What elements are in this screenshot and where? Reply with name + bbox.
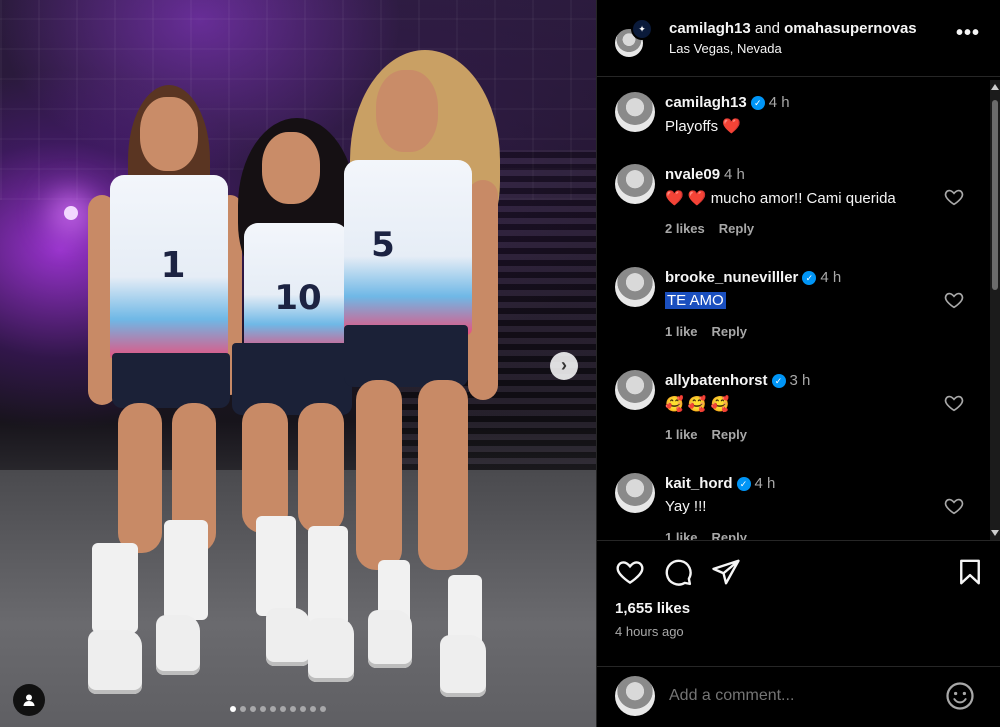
- comment-username[interactable]: brooke_nunevilller: [665, 269, 798, 286]
- carousel-dot: [280, 706, 286, 712]
- comment-username[interactable]: camilagh13: [665, 94, 747, 111]
- verified-badge-icon: ✓: [736, 477, 751, 491]
- carousel-dot: [270, 706, 276, 712]
- carousel-dot: [230, 706, 236, 712]
- commenter-avatar[interactable]: [615, 164, 655, 204]
- viewer-avatar: [615, 676, 655, 716]
- comment-time[interactable]: 4 h: [724, 166, 745, 183]
- post-actions: 1,655 likes 4 hours ago: [597, 540, 1000, 658]
- selected-text: TE AMO: [665, 292, 726, 309]
- like-heart-icon[interactable]: [615, 557, 645, 587]
- like-comment-heart-icon[interactable]: [943, 186, 965, 208]
- comment-text: 🥰 🥰 🥰: [665, 396, 730, 413]
- scroll-up-arrow-icon[interactable]: [991, 84, 999, 90]
- post-side-panel: ✦ camilagh13 and omahasupernovas Las Veg…: [596, 0, 1000, 727]
- tagged-users-icon[interactable]: [13, 684, 45, 716]
- reply-button[interactable]: Reply: [719, 221, 754, 236]
- commenter-avatar[interactable]: [615, 370, 655, 410]
- reply-button[interactable]: Reply: [712, 530, 747, 540]
- comment-username[interactable]: kait_hord: [665, 475, 733, 492]
- carousel-dot: [290, 706, 296, 712]
- verified-badge-icon: ✓: [771, 374, 786, 388]
- add-comment-bar: [597, 666, 1000, 727]
- comments-list: camilagh13 ✓ 4 h Playoffs ❤️ nvale09 4 h ❤️…: [597, 78, 987, 540]
- post-photo[interactable]: 1 10 5 ›: [0, 0, 596, 727]
- comment-time[interactable]: 4 h: [769, 94, 790, 111]
- scrollbar-thumb[interactable]: [992, 100, 998, 290]
- comment-text: ❤️ ❤️ mucho amor!! Cami querida: [665, 190, 896, 207]
- comment-meta: 1 like Reply: [665, 530, 747, 540]
- commenter-avatar[interactable]: [615, 267, 655, 307]
- carousel-dot: [240, 706, 246, 712]
- verified-badge-icon: ✓: [802, 271, 817, 285]
- stage-light: [64, 206, 78, 220]
- comment-header: nvale09 4 h: [665, 166, 745, 183]
- comment-header: allybatenhorst ✓ 3 h: [665, 372, 810, 389]
- comment-text: Yay !!!: [665, 498, 707, 515]
- comment-bubble-icon[interactable]: [663, 557, 693, 587]
- author-avatar[interactable]: [615, 92, 655, 132]
- comment-meta: 1 like Reply: [665, 427, 747, 442]
- carousel-dots: [230, 706, 326, 712]
- reply-button[interactable]: Reply: [712, 324, 747, 339]
- like-comment-heart-icon[interactable]: [943, 289, 965, 311]
- carousel-dot: [310, 706, 316, 712]
- post-timestamp[interactable]: 4 hours ago: [615, 624, 684, 639]
- more-options-button[interactable]: •••: [956, 22, 980, 45]
- comment-header: kait_hord ✓ 4 h: [665, 475, 775, 492]
- comment-username[interactable]: allybatenhorst: [665, 372, 768, 389]
- athlete-3: 5: [330, 50, 505, 700]
- like-comment-heart-icon[interactable]: [943, 392, 965, 414]
- collaborator-avatar[interactable]: ✦: [631, 18, 653, 40]
- likes-count[interactable]: 1,655 likes: [615, 600, 690, 617]
- comment-text: TE AMO: [665, 292, 726, 309]
- post-location[interactable]: Las Vegas, Nevada: [669, 41, 782, 56]
- comment-time[interactable]: 3 h: [790, 372, 811, 389]
- scroll-down-arrow-icon[interactable]: [991, 530, 999, 536]
- verified-badge-icon: ✓: [750, 96, 765, 110]
- athlete-1: 1: [80, 85, 250, 705]
- commenter-avatar[interactable]: [615, 473, 655, 513]
- caption-text: Playoffs ❤️: [665, 118, 741, 135]
- next-photo-button[interactable]: ›: [550, 352, 578, 380]
- authors-conjunction: and: [754, 20, 780, 37]
- comment-likes[interactable]: 1 like: [665, 324, 698, 339]
- jersey-number: 10: [274, 278, 322, 318]
- comment-time[interactable]: 4 h: [820, 269, 841, 286]
- author-username[interactable]: camilagh13: [669, 20, 751, 37]
- carousel-dot: [260, 706, 266, 712]
- jersey-number: 1: [160, 245, 186, 286]
- reply-button[interactable]: Reply: [712, 427, 747, 442]
- share-send-icon[interactable]: [711, 557, 741, 587]
- post-header: ✦ camilagh13 and omahasupernovas Las Veg…: [597, 0, 1000, 77]
- comment-likes[interactable]: 2 likes: [665, 221, 705, 236]
- save-bookmark-icon[interactable]: [955, 557, 985, 587]
- add-comment-input[interactable]: [669, 687, 909, 705]
- emoji-picker-icon[interactable]: [945, 681, 975, 711]
- comment-username[interactable]: nvale09: [665, 166, 720, 183]
- comment-likes[interactable]: 1 like: [665, 530, 698, 540]
- comment-meta: 2 likes Reply: [665, 221, 754, 236]
- comment-time[interactable]: 4 h: [755, 475, 776, 492]
- comment-meta: 1 like Reply: [665, 324, 747, 339]
- collaborator-username[interactable]: omahasupernovas: [784, 20, 917, 37]
- carousel-dot: [250, 706, 256, 712]
- comment-likes[interactable]: 1 like: [665, 427, 698, 442]
- jersey-number: 5: [371, 225, 395, 265]
- carousel-dot: [300, 706, 306, 712]
- post-authors: camilagh13 and omahasupernovas: [669, 20, 917, 37]
- comment-header: brooke_nunevilller ✓ 4 h: [665, 269, 841, 286]
- caption-user: camilagh13 ✓ 4 h: [665, 94, 790, 111]
- carousel-dot: [320, 706, 326, 712]
- like-comment-heart-icon[interactable]: [943, 495, 965, 517]
- comments-scrollbar[interactable]: [990, 80, 1000, 540]
